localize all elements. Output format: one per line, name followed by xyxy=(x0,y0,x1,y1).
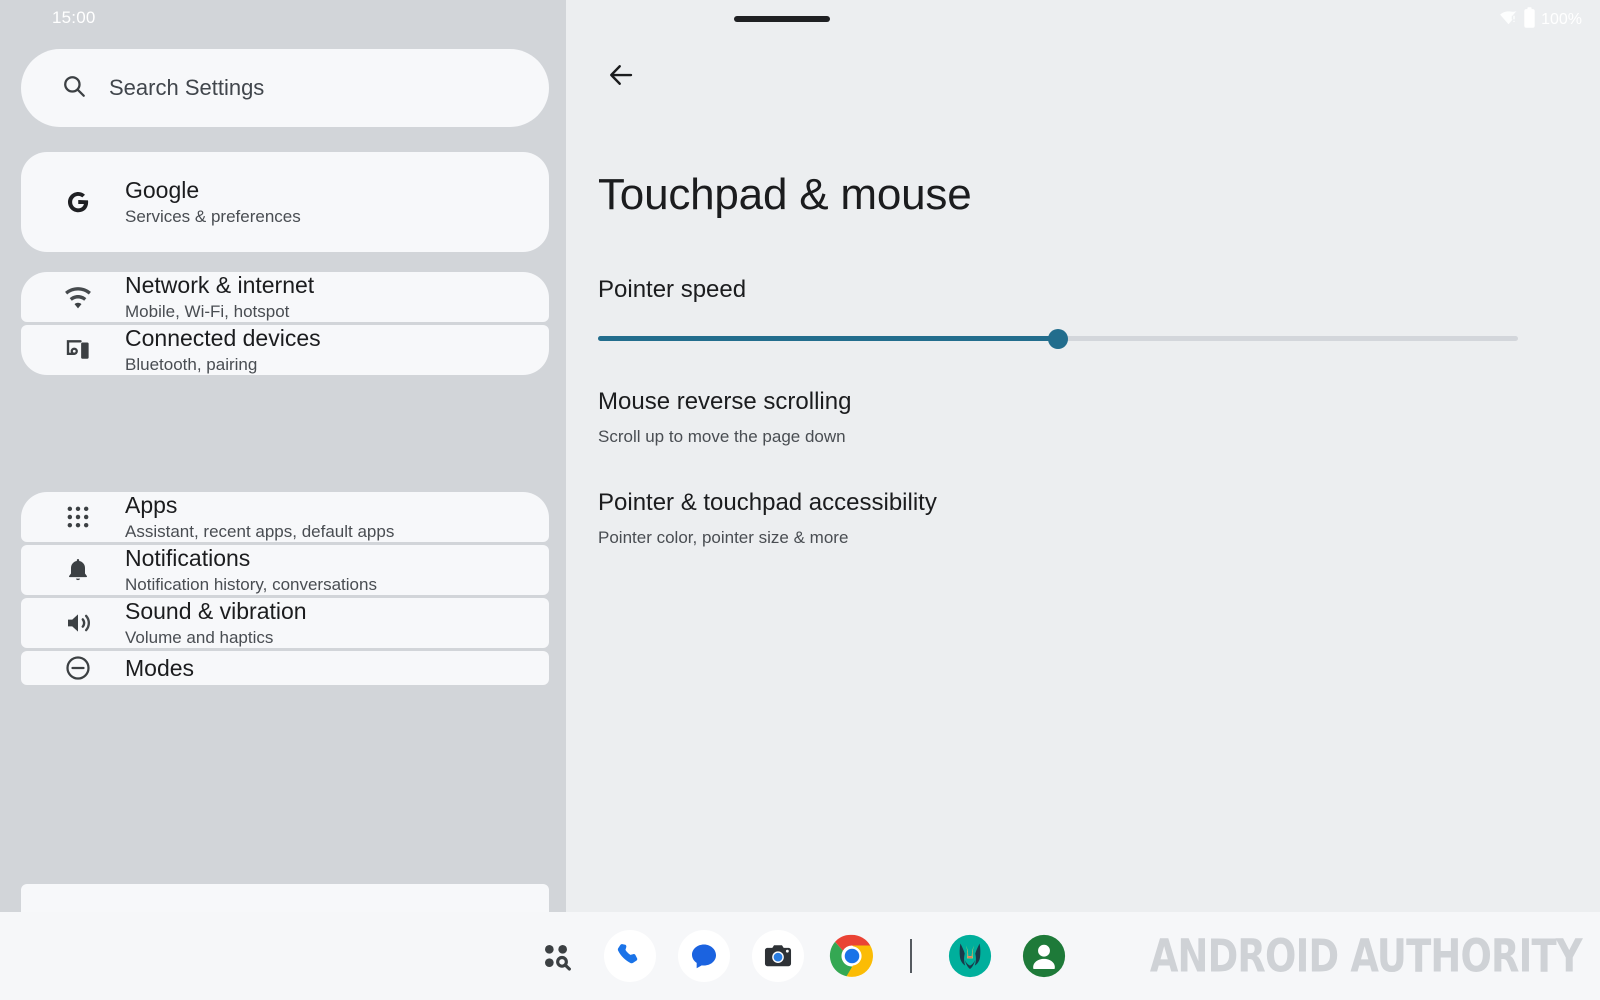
search-placeholder: Search Settings xyxy=(109,75,265,100)
connected-devices-icon xyxy=(61,333,95,367)
sidebar-item-subtitle: Bluetooth, pairing xyxy=(125,355,258,375)
setting-title: Pointer & touchpad accessibility xyxy=(598,489,937,516)
battery-percent-label: 100% xyxy=(1541,11,1582,28)
watermark: ANDROID AUTHORITY xyxy=(1150,929,1583,983)
sound-icon xyxy=(61,606,95,640)
sidebar-item-title: Notifications xyxy=(125,544,251,571)
sidebar-item-subtitle: Services & preferences xyxy=(125,207,301,227)
window-drag-handle[interactable] xyxy=(734,16,830,22)
slider-fill xyxy=(598,336,1058,341)
sidebar-item-partially-visible[interactable] xyxy=(21,884,549,912)
touchpad-mouse-detail-pane: 100% Touchpad & mouse Pointer speed Mous… xyxy=(566,0,1600,912)
tablet-screen: 15:00 Search Settings Google Services & … xyxy=(0,0,1600,1000)
sidebar-item-title: Sound & vibration xyxy=(125,597,307,624)
sidebar-item-title: Network & internet xyxy=(125,272,315,298)
setting-title: Mouse reverse scrolling xyxy=(598,388,852,415)
wifi-icon xyxy=(61,280,95,314)
setting-row-mouse-reverse-scrolling[interactable]: Mouse reverse scrolling Scroll up to mov… xyxy=(598,388,1566,447)
pointer-speed-slider[interactable] xyxy=(598,326,1518,352)
wifi-warning-icon xyxy=(1499,8,1518,32)
sidebar-item-network-internet[interactable]: Network & internet Mobile, Wi-Fi, hotspo… xyxy=(21,272,549,322)
sidebar-item-modes[interactable]: Modes xyxy=(21,650,549,685)
sidebar-item-subtitle: Notification history, conversations xyxy=(125,575,377,595)
sidebar-group-account: Google Services & preferences xyxy=(21,152,549,252)
sidebar-item-subtitle: Volume and haptics xyxy=(125,628,274,648)
sidebar-group-device: Apps Assistant, recent apps, default app… xyxy=(21,492,549,685)
sidebar-item-subtitle: Mobile, Wi-Fi, hotspot xyxy=(125,302,290,322)
bell-icon xyxy=(61,553,95,587)
dock-divider xyxy=(910,939,912,973)
setting-row-pointer-touchpad-accessibility[interactable]: Pointer & touchpad accessibility Pointer… xyxy=(598,489,1566,548)
messages-icon[interactable] xyxy=(678,930,730,982)
status-bar-clock: 15:00 xyxy=(52,8,96,27)
sidebar-group-connectivity: Network & internet Mobile, Wi-Fi, hotspo… xyxy=(21,272,549,375)
contacts-icon[interactable] xyxy=(1018,930,1070,982)
search-icon xyxy=(61,73,87,104)
google-g-icon xyxy=(61,185,95,219)
sidebar-item-title: Connected devices xyxy=(125,324,321,351)
settings-sidebar: 15:00 Search Settings Google Services & … xyxy=(0,0,566,912)
taskbar: ANDROID AUTHORITY xyxy=(0,912,1600,1000)
search-settings-field[interactable]: Search Settings xyxy=(21,49,549,127)
phone-icon[interactable] xyxy=(604,930,656,982)
sidebar-item-title: Apps xyxy=(125,492,178,518)
app-drawer-search-icon[interactable] xyxy=(530,930,582,982)
apps-grid-icon xyxy=(61,500,95,534)
sidebar-item-title: Google xyxy=(125,177,200,203)
chrome-icon[interactable] xyxy=(826,930,878,982)
magisk-icon[interactable] xyxy=(944,930,996,982)
sidebar-item-connected-devices[interactable]: Connected devices Bluetooth, pairing xyxy=(21,324,549,375)
battery-full-icon xyxy=(1523,7,1536,33)
sidebar-item-subtitle: Assistant, recent apps, default apps xyxy=(125,522,395,542)
modes-icon xyxy=(61,651,95,685)
sidebar-item-notifications[interactable]: Notifications Notification history, conv… xyxy=(21,544,549,595)
page-title: Touchpad & mouse xyxy=(598,170,972,219)
sidebar-item-title: Modes xyxy=(125,654,195,681)
setting-subtitle: Scroll up to move the page down xyxy=(598,426,846,446)
back-arrow-icon[interactable] xyxy=(598,52,644,98)
status-bar-indicators: 100% xyxy=(1499,7,1582,33)
slider-thumb[interactable] xyxy=(1048,329,1068,349)
sidebar-item-google[interactable]: Google Services & preferences xyxy=(21,152,549,252)
pointer-speed-label: Pointer speed xyxy=(598,276,747,303)
setting-subtitle: Pointer color, pointer size & more xyxy=(598,527,849,547)
sidebar-item-sound-vibration[interactable]: Sound & vibration Volume and haptics xyxy=(21,597,549,648)
dock xyxy=(530,930,1070,982)
sidebar-item-apps[interactable]: Apps Assistant, recent apps, default app… xyxy=(21,492,549,542)
camera-icon[interactable] xyxy=(752,930,804,982)
